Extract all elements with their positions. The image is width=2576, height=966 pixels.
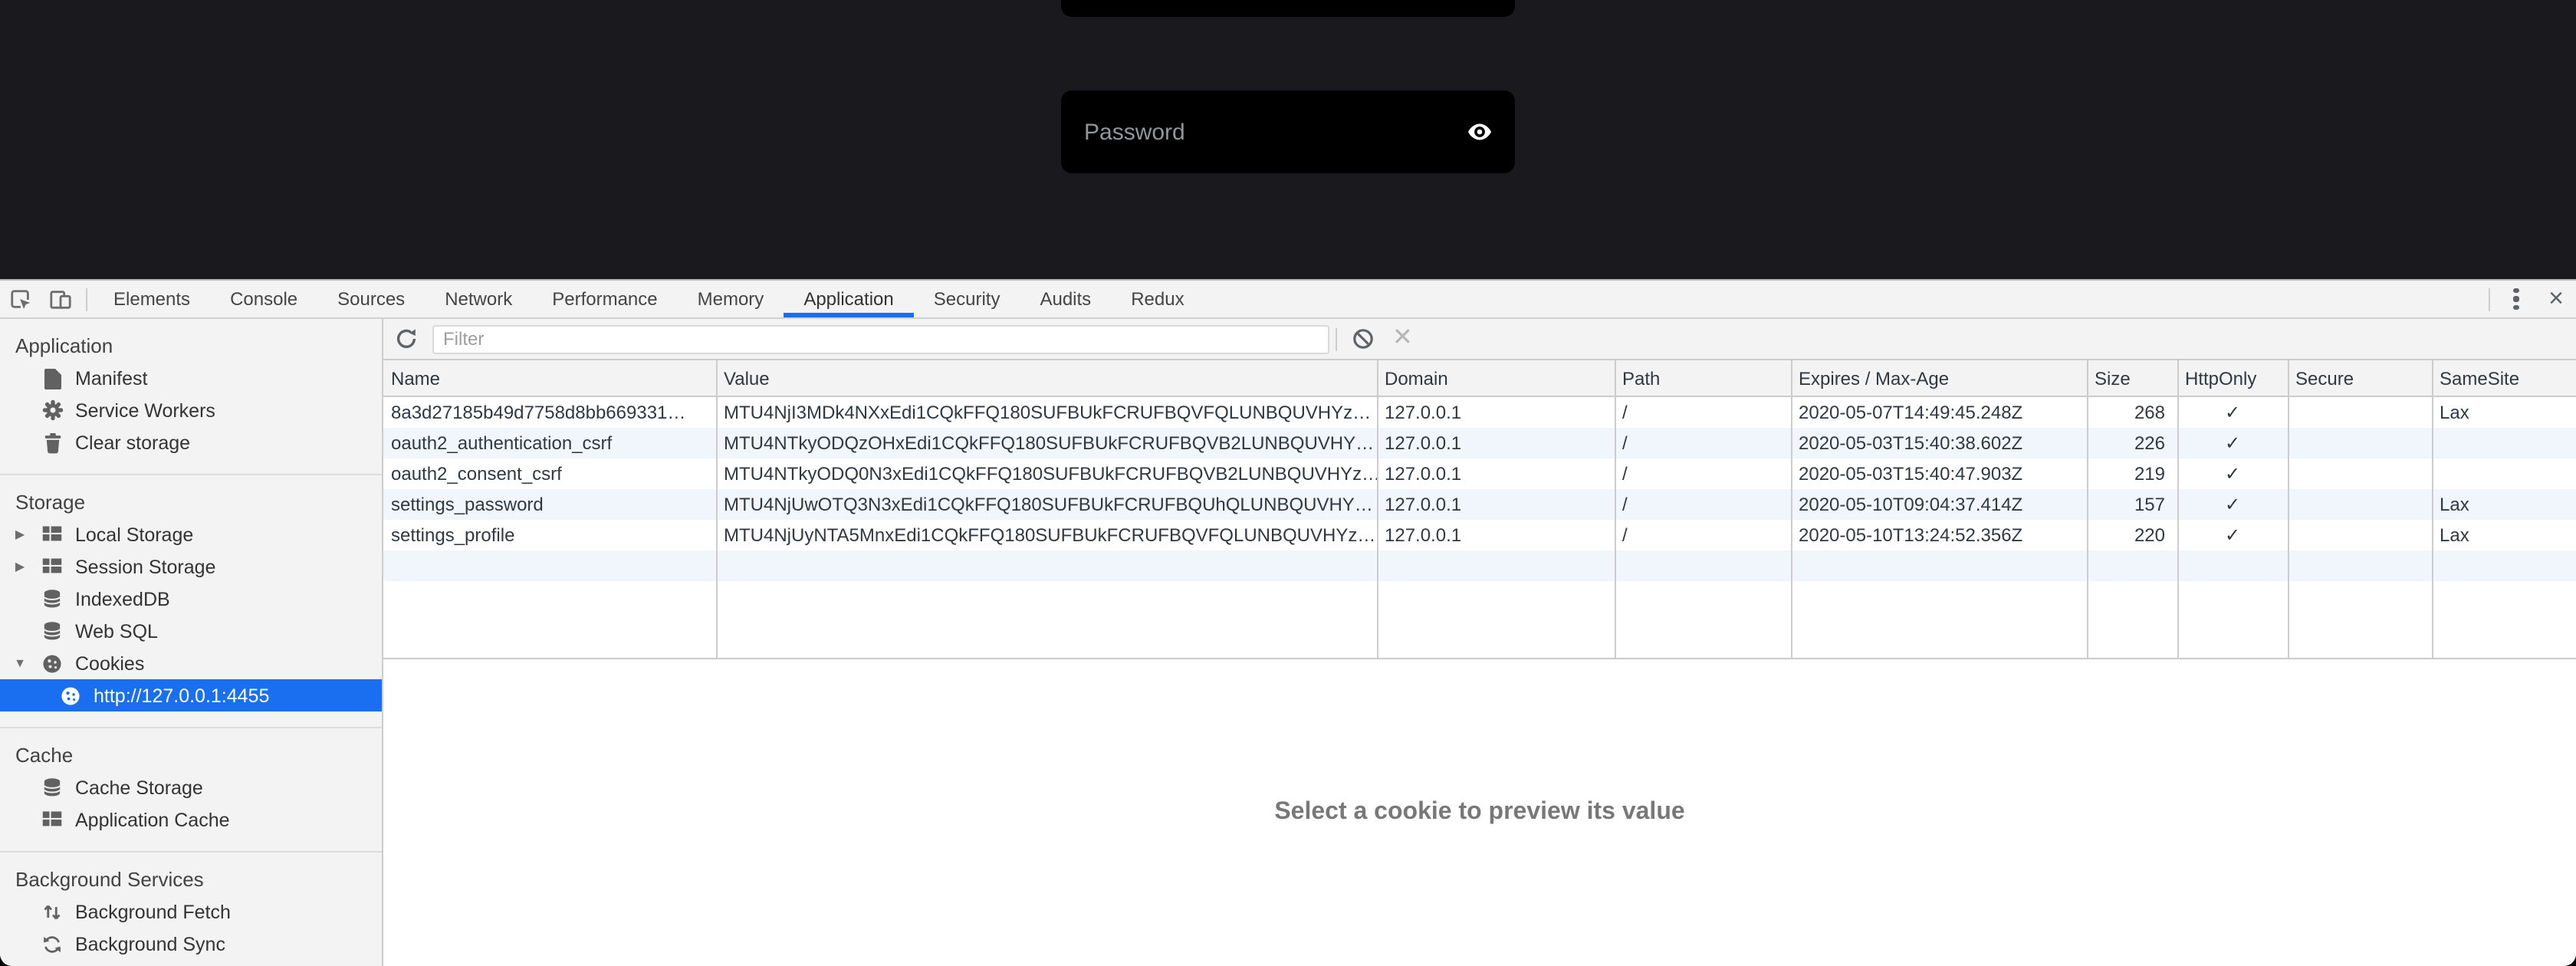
- tab-elements[interactable]: Elements: [94, 281, 210, 317]
- application-sidebar: Application Manifest Service Worker: [0, 319, 383, 966]
- col-header-httponly[interactable]: HttpOnly: [2177, 360, 2288, 396]
- tab-performance[interactable]: Performance: [532, 281, 677, 317]
- col-header-name[interactable]: Name: [383, 360, 716, 396]
- sidebar-item-manifest[interactable]: Manifest: [0, 362, 382, 394]
- col-header-domain[interactable]: Domain: [1377, 360, 1615, 396]
- close-devtools-icon[interactable]: ×: [2536, 281, 2576, 317]
- trash-icon: [40, 430, 64, 455]
- sidebar-item-background-fetch[interactable]: Background Fetch: [0, 895, 382, 928]
- tab-memory[interactable]: Memory: [678, 281, 784, 317]
- sidebar-item-notifications[interactable]: Notifications: [0, 960, 382, 966]
- empty-row: [383, 550, 2576, 581]
- sidebar-section-storage: Storage ▶ Local Storage ▶ Session Sto: [0, 474, 382, 727]
- checkmark: ✓: [2177, 520, 2288, 550]
- col-header-expires[interactable]: Expires / Max-Age: [1791, 360, 2087, 396]
- sidebar-section-application: Application Manifest Service Worker: [0, 319, 382, 474]
- sidebar-item-session-storage[interactable]: ▶ Session Storage: [0, 550, 382, 583]
- col-header-secure[interactable]: Secure: [2288, 360, 2432, 396]
- preview-message: Select a cookie to preview its value: [1274, 799, 1684, 826]
- expand-arrow-icon[interactable]: ▶: [15, 527, 25, 541]
- sidebar-section-cache: Cache Cache Storage Application Cac: [0, 727, 382, 851]
- inspect-element-icon[interactable]: [0, 281, 40, 317]
- col-header-samesite[interactable]: SameSite: [2432, 360, 2576, 396]
- block-icon[interactable]: [1351, 327, 1375, 351]
- password-input[interactable]: [1061, 119, 1515, 145]
- col-header-size[interactable]: Size: [2087, 360, 2177, 396]
- sidebar-item-cache-storage[interactable]: Cache Storage: [0, 771, 382, 803]
- screen: Elements Console Sources Network Perform…: [0, 0, 2576, 966]
- document-icon: [40, 366, 64, 390]
- table-icon: [40, 554, 64, 579]
- devtools-tabbar: Elements Console Sources Network Perform…: [0, 281, 2576, 319]
- cropped-input-field[interactable]: [1061, 0, 1515, 17]
- tab-audits[interactable]: Audits: [1020, 281, 1111, 317]
- checkmark: ✓: [2177, 458, 2288, 489]
- device-toolbar-icon[interactable]: [40, 281, 80, 317]
- cookie-table-header: Name Value Domain Path Expires / Max-Age…: [383, 360, 2576, 397]
- devtools-menu-icon[interactable]: [2496, 281, 2536, 317]
- tabbar-separator: [2489, 288, 2490, 310]
- sidebar-item-background-sync[interactable]: Background Sync: [0, 928, 382, 960]
- section-title: Storage: [0, 488, 382, 518]
- table-icon: [40, 807, 64, 832]
- cookies-toolbar: ✕: [383, 319, 2576, 360]
- table-row[interactable]: settings_password MTU4NjUwOTQ3N3xEdi1CQk…: [383, 489, 2576, 520]
- database-icon: [40, 586, 64, 611]
- col-header-path[interactable]: Path: [1615, 360, 1791, 396]
- checkmark: ✓: [2177, 397, 2288, 428]
- checkmark: ✓: [2177, 428, 2288, 458]
- sidebar-item-local-storage[interactable]: ▶ Local Storage: [0, 518, 382, 550]
- sidebar-item-service-workers[interactable]: Service Workers: [0, 394, 382, 426]
- tab-sources[interactable]: Sources: [317, 281, 425, 317]
- database-icon: [40, 775, 64, 800]
- collapse-arrow-icon[interactable]: ▼: [14, 656, 26, 670]
- clear-icon[interactable]: ✕: [1392, 327, 1413, 351]
- cookie-icon: [40, 651, 64, 675]
- database-icon: [40, 619, 64, 643]
- tab-redux[interactable]: Redux: [1111, 281, 1204, 317]
- cookies-panel: ✕ Name Value Domain Path Expires / Max-A…: [383, 319, 2576, 966]
- checkmark: ✓: [2177, 489, 2288, 520]
- cookie-preview-pane: Select a cookie to preview its value: [383, 659, 2576, 966]
- tab-security[interactable]: Security: [914, 281, 1020, 317]
- table-row[interactable]: oauth2_consent_csrf MTU4NTkyODQ0N3xEdi1C…: [383, 458, 2576, 489]
- refresh-icon[interactable]: [394, 327, 419, 351]
- fetch-arrows-icon: [40, 899, 64, 924]
- devtools-panel: Elements Console Sources Network Perform…: [0, 279, 2576, 966]
- sidebar-item-clear-storage[interactable]: Clear storage: [0, 426, 382, 458]
- password-field-container: [1061, 90, 1515, 173]
- tab-network[interactable]: Network: [425, 281, 532, 317]
- tab-application[interactable]: Application: [784, 281, 913, 317]
- sidebar-item-cookie-origin[interactable]: http://127.0.0.1:4455: [0, 679, 382, 711]
- tab-console[interactable]: Console: [210, 281, 317, 317]
- table-row[interactable]: oauth2_authentication_csrf MTU4NTkyODQzO…: [383, 428, 2576, 458]
- page-background: [0, 0, 2576, 279]
- tabbar-separator: [86, 288, 87, 310]
- table-row[interactable]: 8a3d27185b49d7758d8bb669331… MTU4NjI3MDk…: [383, 397, 2576, 428]
- sidebar-item-indexeddb[interactable]: IndexedDB: [0, 583, 382, 615]
- sidebar-item-web-sql[interactable]: Web SQL: [0, 615, 382, 647]
- sidebar-item-application-cache[interactable]: Application Cache: [0, 803, 382, 836]
- expand-arrow-icon[interactable]: ▶: [15, 560, 25, 573]
- section-title: Cache: [0, 741, 382, 771]
- col-header-value[interactable]: Value: [716, 360, 1377, 396]
- cookie-icon: [58, 683, 83, 708]
- table-row[interactable]: settings_profile MTU4NjUyNTA5MnxEdi1CQkF…: [383, 520, 2576, 550]
- filter-input[interactable]: [432, 324, 1329, 353]
- section-title: Application: [0, 331, 382, 362]
- sidebar-item-cookies[interactable]: ▼ Cookies: [0, 647, 382, 679]
- cookie-table: Name Value Domain Path Expires / Max-Age…: [383, 360, 2576, 659]
- table-icon: [40, 522, 64, 547]
- section-title: Background Services: [0, 865, 382, 895]
- toolbar-separator: [1336, 327, 1337, 350]
- gear-icon: [40, 398, 64, 422]
- sync-icon: [40, 932, 64, 956]
- sidebar-section-background-services: Background Services Background Fetch: [0, 851, 382, 966]
- eye-icon[interactable]: [1466, 118, 1493, 146]
